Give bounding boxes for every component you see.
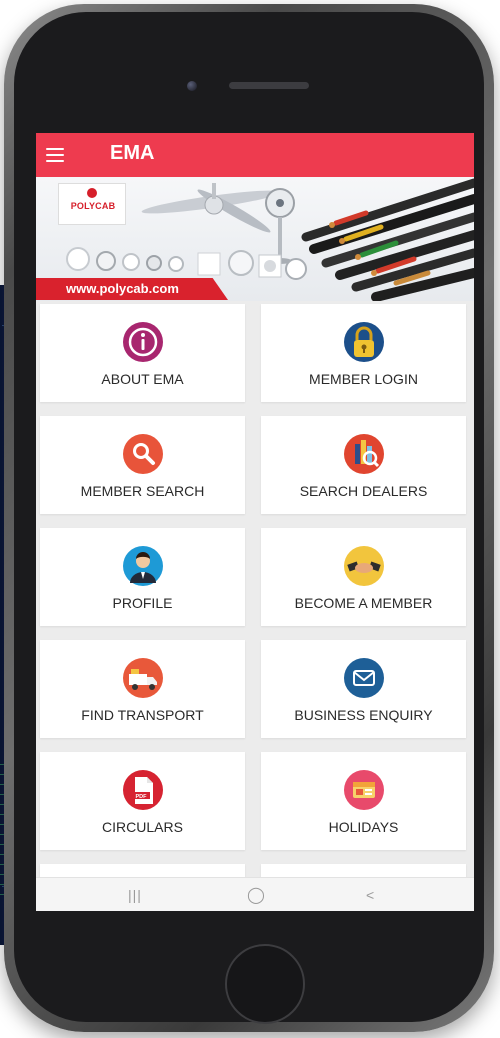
android-nav-bar: ||| ◯ < bbox=[36, 877, 474, 911]
search-icon bbox=[123, 434, 163, 474]
menu-circulars[interactable]: PDF CIRCULARS bbox=[40, 752, 245, 850]
back-button[interactable]: < bbox=[366, 887, 374, 903]
home-button[interactable] bbox=[225, 944, 305, 1024]
front-camera-icon bbox=[187, 81, 197, 91]
menu-label: ABOUT EMA bbox=[101, 371, 184, 387]
menu-label: MEMBER SEARCH bbox=[80, 483, 205, 499]
app-screen: EMA POLYCAB www.polycab.com ABOUT EMA ME… bbox=[36, 133, 474, 911]
menu-label: HOLIDAYS bbox=[328, 819, 399, 835]
earpiece-speaker bbox=[229, 82, 309, 89]
hamburger-menu-icon[interactable] bbox=[46, 148, 64, 162]
dealers-icon bbox=[344, 434, 384, 474]
home-nav-button[interactable]: ◯ bbox=[247, 885, 265, 905]
menu-label: CIRCULARS bbox=[102, 819, 183, 835]
lock-icon bbox=[344, 322, 384, 362]
menu-holidays[interactable]: HOLIDAYS bbox=[261, 752, 466, 850]
menu-profile[interactable]: PROFILE bbox=[40, 528, 245, 626]
truck-icon bbox=[123, 658, 163, 698]
calendar-icon bbox=[344, 770, 384, 810]
banner-url[interactable]: www.polycab.com bbox=[36, 278, 228, 300]
menu-label: BUSINESS ENQUIRY bbox=[294, 707, 433, 723]
menu-search-dealers[interactable]: SEARCH DEALERS bbox=[261, 416, 466, 514]
menu-member-login[interactable]: MEMBER LOGIN bbox=[261, 304, 466, 402]
app-bar: EMA bbox=[36, 133, 474, 177]
menu-about-ema[interactable]: ABOUT EMA bbox=[40, 304, 245, 402]
menu-find-transport[interactable]: FIND TRANSPORT bbox=[40, 640, 245, 738]
menu-member-search[interactable]: MEMBER SEARCH bbox=[40, 416, 245, 514]
menu-label: SEARCH DEALERS bbox=[299, 483, 428, 499]
menu-label: FIND TRANSPORT bbox=[81, 707, 204, 723]
svg-text:PDF: PDF bbox=[136, 794, 148, 800]
menu-label: BECOME A MEMBER bbox=[294, 595, 433, 611]
mail-icon bbox=[344, 658, 384, 698]
pdf-icon: PDF bbox=[123, 770, 163, 810]
handshake-icon bbox=[344, 546, 384, 586]
menu-become-a-member[interactable]: BECOME A MEMBER bbox=[261, 528, 466, 626]
profile-icon bbox=[123, 546, 163, 586]
recents-button[interactable]: ||| bbox=[128, 887, 142, 903]
app-title: EMA bbox=[110, 142, 155, 164]
menu-label: MEMBER LOGIN bbox=[309, 371, 418, 387]
menu-label: PROFILE bbox=[112, 595, 173, 611]
info-icon bbox=[123, 322, 163, 362]
banner-image[interactable]: POLYCAB www.polycab.com bbox=[36, 177, 474, 301]
menu-business-enquiry[interactable]: BUSINESS ENQUIRY bbox=[261, 640, 466, 738]
